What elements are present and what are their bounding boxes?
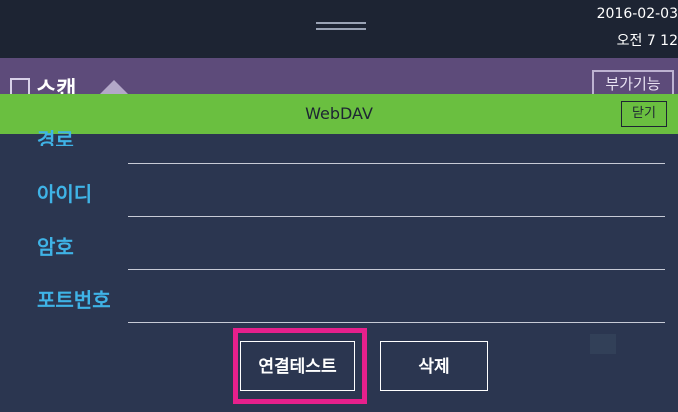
- port-field-label: 포트번호: [37, 288, 111, 312]
- status-bar: 2016-02-03 오전 7 12: [0, 0, 678, 58]
- dialog-header: WebDAV 닫기: [0, 94, 678, 134]
- password-field-underline: [128, 269, 665, 270]
- port-field[interactable]: [128, 288, 665, 318]
- connection-test-button[interactable]: 연결테스트: [240, 341, 355, 391]
- host-field-underline: [128, 163, 665, 164]
- close-button[interactable]: 닫기: [621, 101, 667, 127]
- status-date: 2016-02-03: [596, 6, 678, 22]
- drag-handle-icon[interactable]: [316, 22, 366, 24]
- background-element: [590, 334, 616, 354]
- id-field-underline: [128, 216, 665, 217]
- id-field[interactable]: [128, 182, 665, 212]
- scan-icon: [10, 78, 30, 94]
- dialog-title: WebDAV: [305, 104, 373, 123]
- delete-button[interactable]: 삭제: [380, 341, 488, 391]
- background-app-title: 스캔: [36, 78, 77, 94]
- password-field-label: 암호: [37, 235, 74, 259]
- home-icon: [100, 80, 128, 94]
- password-field[interactable]: [128, 235, 665, 265]
- status-time: 오전 7 12: [616, 33, 678, 49]
- background-app-header: 스캔 부가기능: [0, 58, 678, 94]
- extra-functions-button: 부가기능: [592, 70, 674, 94]
- host-field-label: 경로: [37, 130, 74, 146]
- port-field-underline: [128, 322, 665, 323]
- id-field-label: 아이디: [37, 182, 93, 206]
- drag-handle-icon[interactable]: [316, 28, 366, 30]
